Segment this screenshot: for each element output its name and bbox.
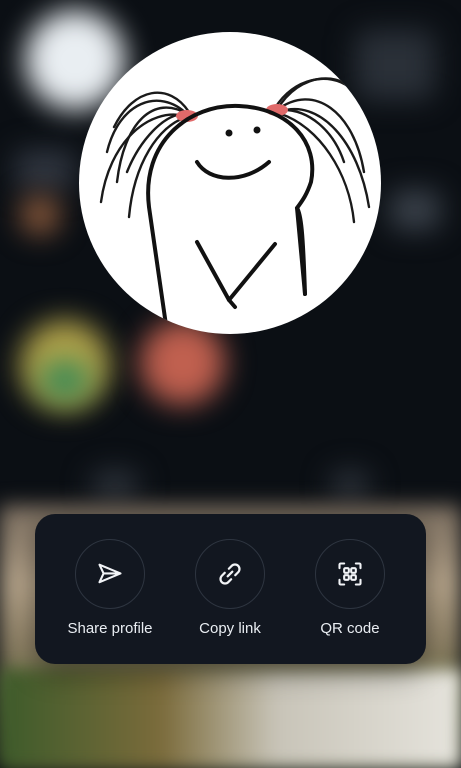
copy-link-circle [195, 539, 265, 609]
link-icon [219, 563, 241, 585]
share-profile-label: Share profile [67, 620, 153, 637]
qr-code-label: QR code [320, 620, 380, 637]
share-profile-circle [75, 539, 145, 609]
qr-code-button[interactable]: QR code [290, 539, 410, 638]
share-profile-button[interactable]: Share profile [50, 539, 170, 638]
qr-code-circle [315, 539, 385, 609]
copy-link-label: Copy link [199, 620, 261, 637]
qr-code-icon [338, 562, 362, 586]
share-sheet: Share profile Copy link QR code [35, 514, 426, 664]
profile-avatar [79, 32, 381, 334]
copy-link-button[interactable]: Copy link [170, 539, 290, 638]
avatar-drawing [99, 77, 371, 334]
send-icon [98, 563, 122, 584]
